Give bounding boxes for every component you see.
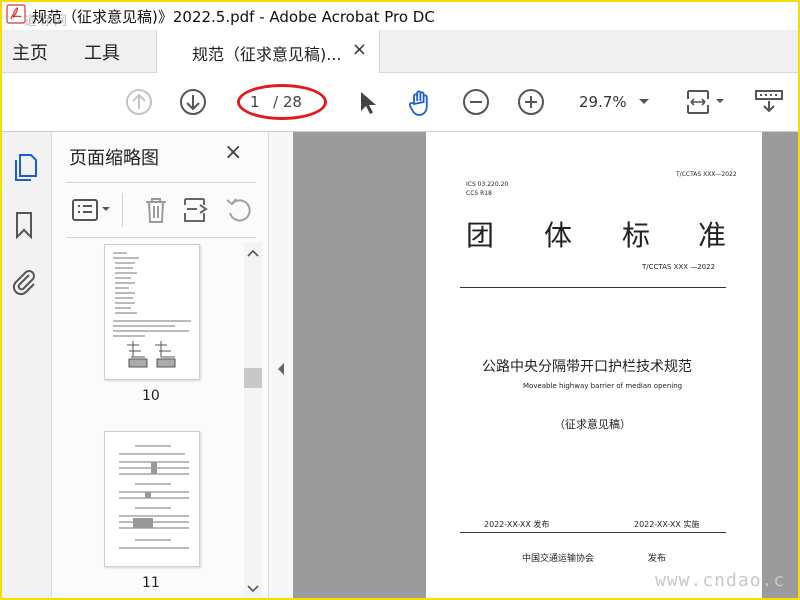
window-title: 规范（征求意见稿)》2022.5.pdf - Adobe Acrobat Pro…: [32, 8, 435, 26]
ccs-code: CCS R18: [466, 190, 492, 197]
watermark-bottom: www.cndao.c: [655, 570, 786, 591]
publish-date: 2022-XX-XX 发布: [484, 520, 550, 529]
select-tool-icon[interactable]: [352, 87, 382, 117]
document-tab[interactable]: 规范（征求意见稿)... ×: [156, 30, 380, 73]
previous-page-icon[interactable]: [124, 87, 154, 117]
thumbnail-page-11-content: [119, 445, 189, 549]
zoom-in-icon[interactable]: [516, 87, 546, 117]
zoom-out-icon[interactable]: [461, 87, 491, 117]
pdf-page: T/CCTAS XXX—2022 ICS 03.220.20 CCS R18 团…: [426, 132, 762, 598]
thumbnail-label-11: 11: [142, 575, 160, 591]
header-rule: [460, 287, 726, 288]
scroll-down-icon[interactable]: [247, 584, 259, 594]
page-display-icon[interactable]: [684, 87, 728, 117]
scroll-up-icon[interactable]: [247, 248, 259, 258]
hand-tool-icon[interactable]: [405, 87, 435, 117]
thumbnail-page-10[interactable]: [104, 244, 200, 380]
toolbar: [2, 73, 798, 132]
std-code-top: T/CCTAS XXX—2022: [676, 171, 737, 178]
std-type-char-2: 体: [544, 219, 573, 252]
close-tab-icon[interactable]: ×: [352, 39, 367, 60]
document-tab-label: 规范（征求意见稿)...: [192, 45, 342, 64]
scrollbar-thumb[interactable]: [244, 368, 262, 388]
menu-tools[interactable]: 工具: [84, 39, 120, 65]
publish-word: 发布: [648, 554, 667, 564]
std-type-char-1: 团: [466, 219, 495, 252]
zoom-dropdown-icon[interactable]: [638, 98, 650, 106]
std-type-char-3: 标: [622, 219, 651, 252]
tools-divider: [122, 193, 123, 227]
doc-title-en: Moveable highway barrier of median openi…: [523, 382, 683, 390]
publisher: 中国交通运输协会: [522, 554, 595, 564]
page-thumbnails-icon[interactable]: [12, 152, 38, 182]
doc-title-cn: 公路中央分隔带开口护栏技术规范: [482, 359, 692, 375]
delete-page-icon[interactable]: [142, 195, 170, 225]
attachments-icon[interactable]: [10, 266, 38, 296]
thumbnails-panel-title: 页面缩略图: [69, 148, 159, 169]
panel-splitter[interactable]: [268, 132, 293, 598]
insert-page-icon[interactable]: [182, 195, 212, 225]
std-type-char-4: 准: [698, 219, 727, 252]
ics-code: ICS 03.220.20: [466, 181, 509, 188]
menu-bar: 主页 工具: [2, 30, 798, 73]
collapse-panel-icon[interactable]: [277, 362, 285, 376]
footer-rule: [460, 532, 726, 533]
draft-label: （征求意见稿）: [554, 418, 631, 431]
thumbnail-page-10-content: [113, 252, 191, 368]
title-bar: 道标网 规范（征求意见稿)》2022.5.pdf - Adobe Acrobat…: [2, 2, 798, 30]
rotate-page-icon[interactable]: [224, 195, 254, 225]
thumbnail-options-icon[interactable]: [70, 195, 114, 225]
thumbnail-label-10: 10: [142, 388, 160, 404]
next-page-icon[interactable]: [178, 87, 208, 117]
red-highlight-ellipse: [237, 84, 327, 120]
thumbnail-page-11[interactable]: [104, 431, 200, 567]
zoom-level[interactable]: 29.7%: [579, 93, 627, 111]
thumbnails-scrollbar[interactable]: [244, 242, 262, 598]
more-tools-icon[interactable]: [754, 87, 784, 117]
thumbnail-tools: [66, 182, 256, 238]
close-panel-icon[interactable]: ×: [224, 140, 242, 165]
acrobat-logo-icon: [6, 4, 26, 24]
implement-date: 2022-XX-XX 实施: [634, 520, 700, 529]
navigation-rail: [2, 132, 52, 598]
bookmarks-icon[interactable]: [12, 210, 36, 240]
thumbnails-panel: 页面缩略图 × 10 11: [52, 132, 268, 598]
menu-home[interactable]: 主页: [12, 39, 48, 65]
std-code: T/CCTAS XXX —2022: [642, 263, 716, 271]
